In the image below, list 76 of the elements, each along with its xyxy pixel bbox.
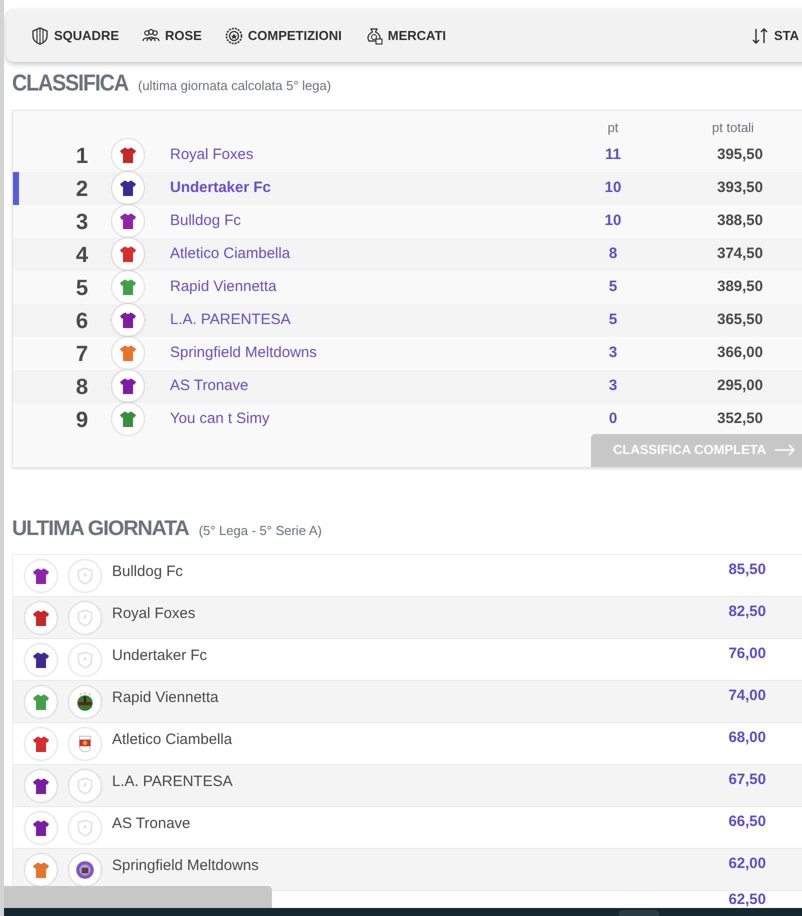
nav-link[interactable]: MERCATI (364, 26, 446, 46)
section-title: ULTIMA GIORNATA (12, 516, 189, 542)
team-name: AS Tronave (112, 814, 190, 834)
team-name-link[interactable]: Undertaker Fc (170, 176, 271, 200)
team-name: Springfield Meltdowns (112, 856, 259, 876)
badge-icon (224, 26, 244, 46)
crest-icon (69, 686, 101, 718)
section-subtitle: (5° Lega - 5° Serie A) (198, 522, 322, 540)
score-cell: 85,50 (728, 562, 766, 578)
team-name-link[interactable]: Royal Foxes (170, 144, 254, 166)
team-name-link[interactable]: Springfield Meltdowns (170, 342, 317, 364)
total-points-cell-text: 389,50 (716, 276, 763, 297)
total-points-cell-text: 366,00 (716, 342, 763, 363)
points-cell-text: 5 (608, 310, 618, 330)
shield-icon (30, 26, 50, 46)
points-cell-text: 10 (604, 178, 622, 198)
crest-icon (69, 644, 101, 676)
points-cell-text: 3 (608, 342, 618, 363)
team-name: Royal Foxes (112, 604, 196, 624)
score-cell: 62,00 (728, 856, 766, 872)
rank-number: 9 (74, 406, 90, 434)
section-subtitle: (ultima giornata calcolata 5° lega) (138, 77, 332, 95)
score-cell: 62,50 (728, 892, 766, 908)
points-cell-text: 0 (608, 408, 618, 429)
rank-number: 7 (74, 340, 90, 368)
rank-number: 2 (74, 174, 90, 202)
nav-link[interactable]: STA (750, 26, 800, 46)
nav-link[interactable]: ROSE (141, 26, 202, 46)
rank-number: 8 (74, 372, 90, 400)
crest-icon (69, 770, 101, 802)
column-header: pt (606, 118, 620, 137)
team-name-link[interactable]: You can t Simy (170, 408, 270, 430)
crest-icon (69, 602, 101, 634)
crest-icon (69, 812, 101, 844)
nav-link[interactable]: COMPETIZIONI (224, 26, 342, 46)
team-name-link[interactable]: L.A. PARENTESA (170, 308, 291, 332)
rank-number: 1 (74, 142, 90, 170)
nav-link[interactable]: SQUADRE (30, 26, 120, 46)
rank-number: 6 (74, 306, 90, 334)
points-cell-text: 5 (608, 276, 618, 297)
team-name-link[interactable]: AS Tronave (170, 374, 248, 398)
score-cell: 68,00 (728, 730, 766, 746)
section-title: CLASSIFICA (12, 70, 128, 98)
crest-icon (69, 728, 101, 760)
total-points-cell-text: 393,50 (716, 178, 763, 198)
total-points-cell-text: 395,50 (716, 144, 763, 165)
score-cell: 66,50 (728, 814, 766, 830)
points-cell-text: 8 (608, 244, 618, 264)
points-cell-text: 10 (604, 210, 622, 231)
total-points-cell-text: 352,50 (716, 408, 763, 429)
score-cell: 76,00 (728, 646, 766, 662)
rank-number: 4 (74, 240, 90, 268)
arrow-icon (774, 444, 796, 456)
score-cell: 74,00 (728, 688, 766, 704)
points-cell-text: 11 (604, 144, 622, 165)
sort-icon (750, 26, 770, 46)
team-name-link[interactable]: Rapid Viennetta (170, 276, 276, 298)
team-name: Undertaker Fc (112, 646, 208, 666)
points-cell-text: 3 (608, 376, 618, 396)
team-name: Bulldog Fc (112, 562, 183, 582)
total-points-cell-text: 388,50 (716, 210, 763, 231)
team-name-link[interactable]: Atletico Ciambella (170, 242, 290, 266)
team-name: Rapid Viennetta (112, 688, 218, 708)
rank-number: 5 (74, 274, 90, 302)
total-points-cell-text: 374,50 (716, 244, 763, 264)
team-name: L.A. PARENTESA (112, 772, 233, 792)
rank-number: 3 (74, 208, 90, 236)
score-cell: 67,50 (728, 772, 766, 788)
crest-icon (69, 854, 101, 886)
total-points-cell-text: 365,50 (716, 310, 763, 330)
column-header: pt totali (711, 118, 755, 137)
crest-icon (69, 560, 101, 592)
team-name: Atletico Ciambella (112, 730, 232, 750)
score-cell: 82,50 (728, 604, 766, 620)
total-points-cell-text: 295,00 (716, 376, 763, 396)
team-name-link[interactable]: Bulldog Fc (170, 210, 241, 232)
